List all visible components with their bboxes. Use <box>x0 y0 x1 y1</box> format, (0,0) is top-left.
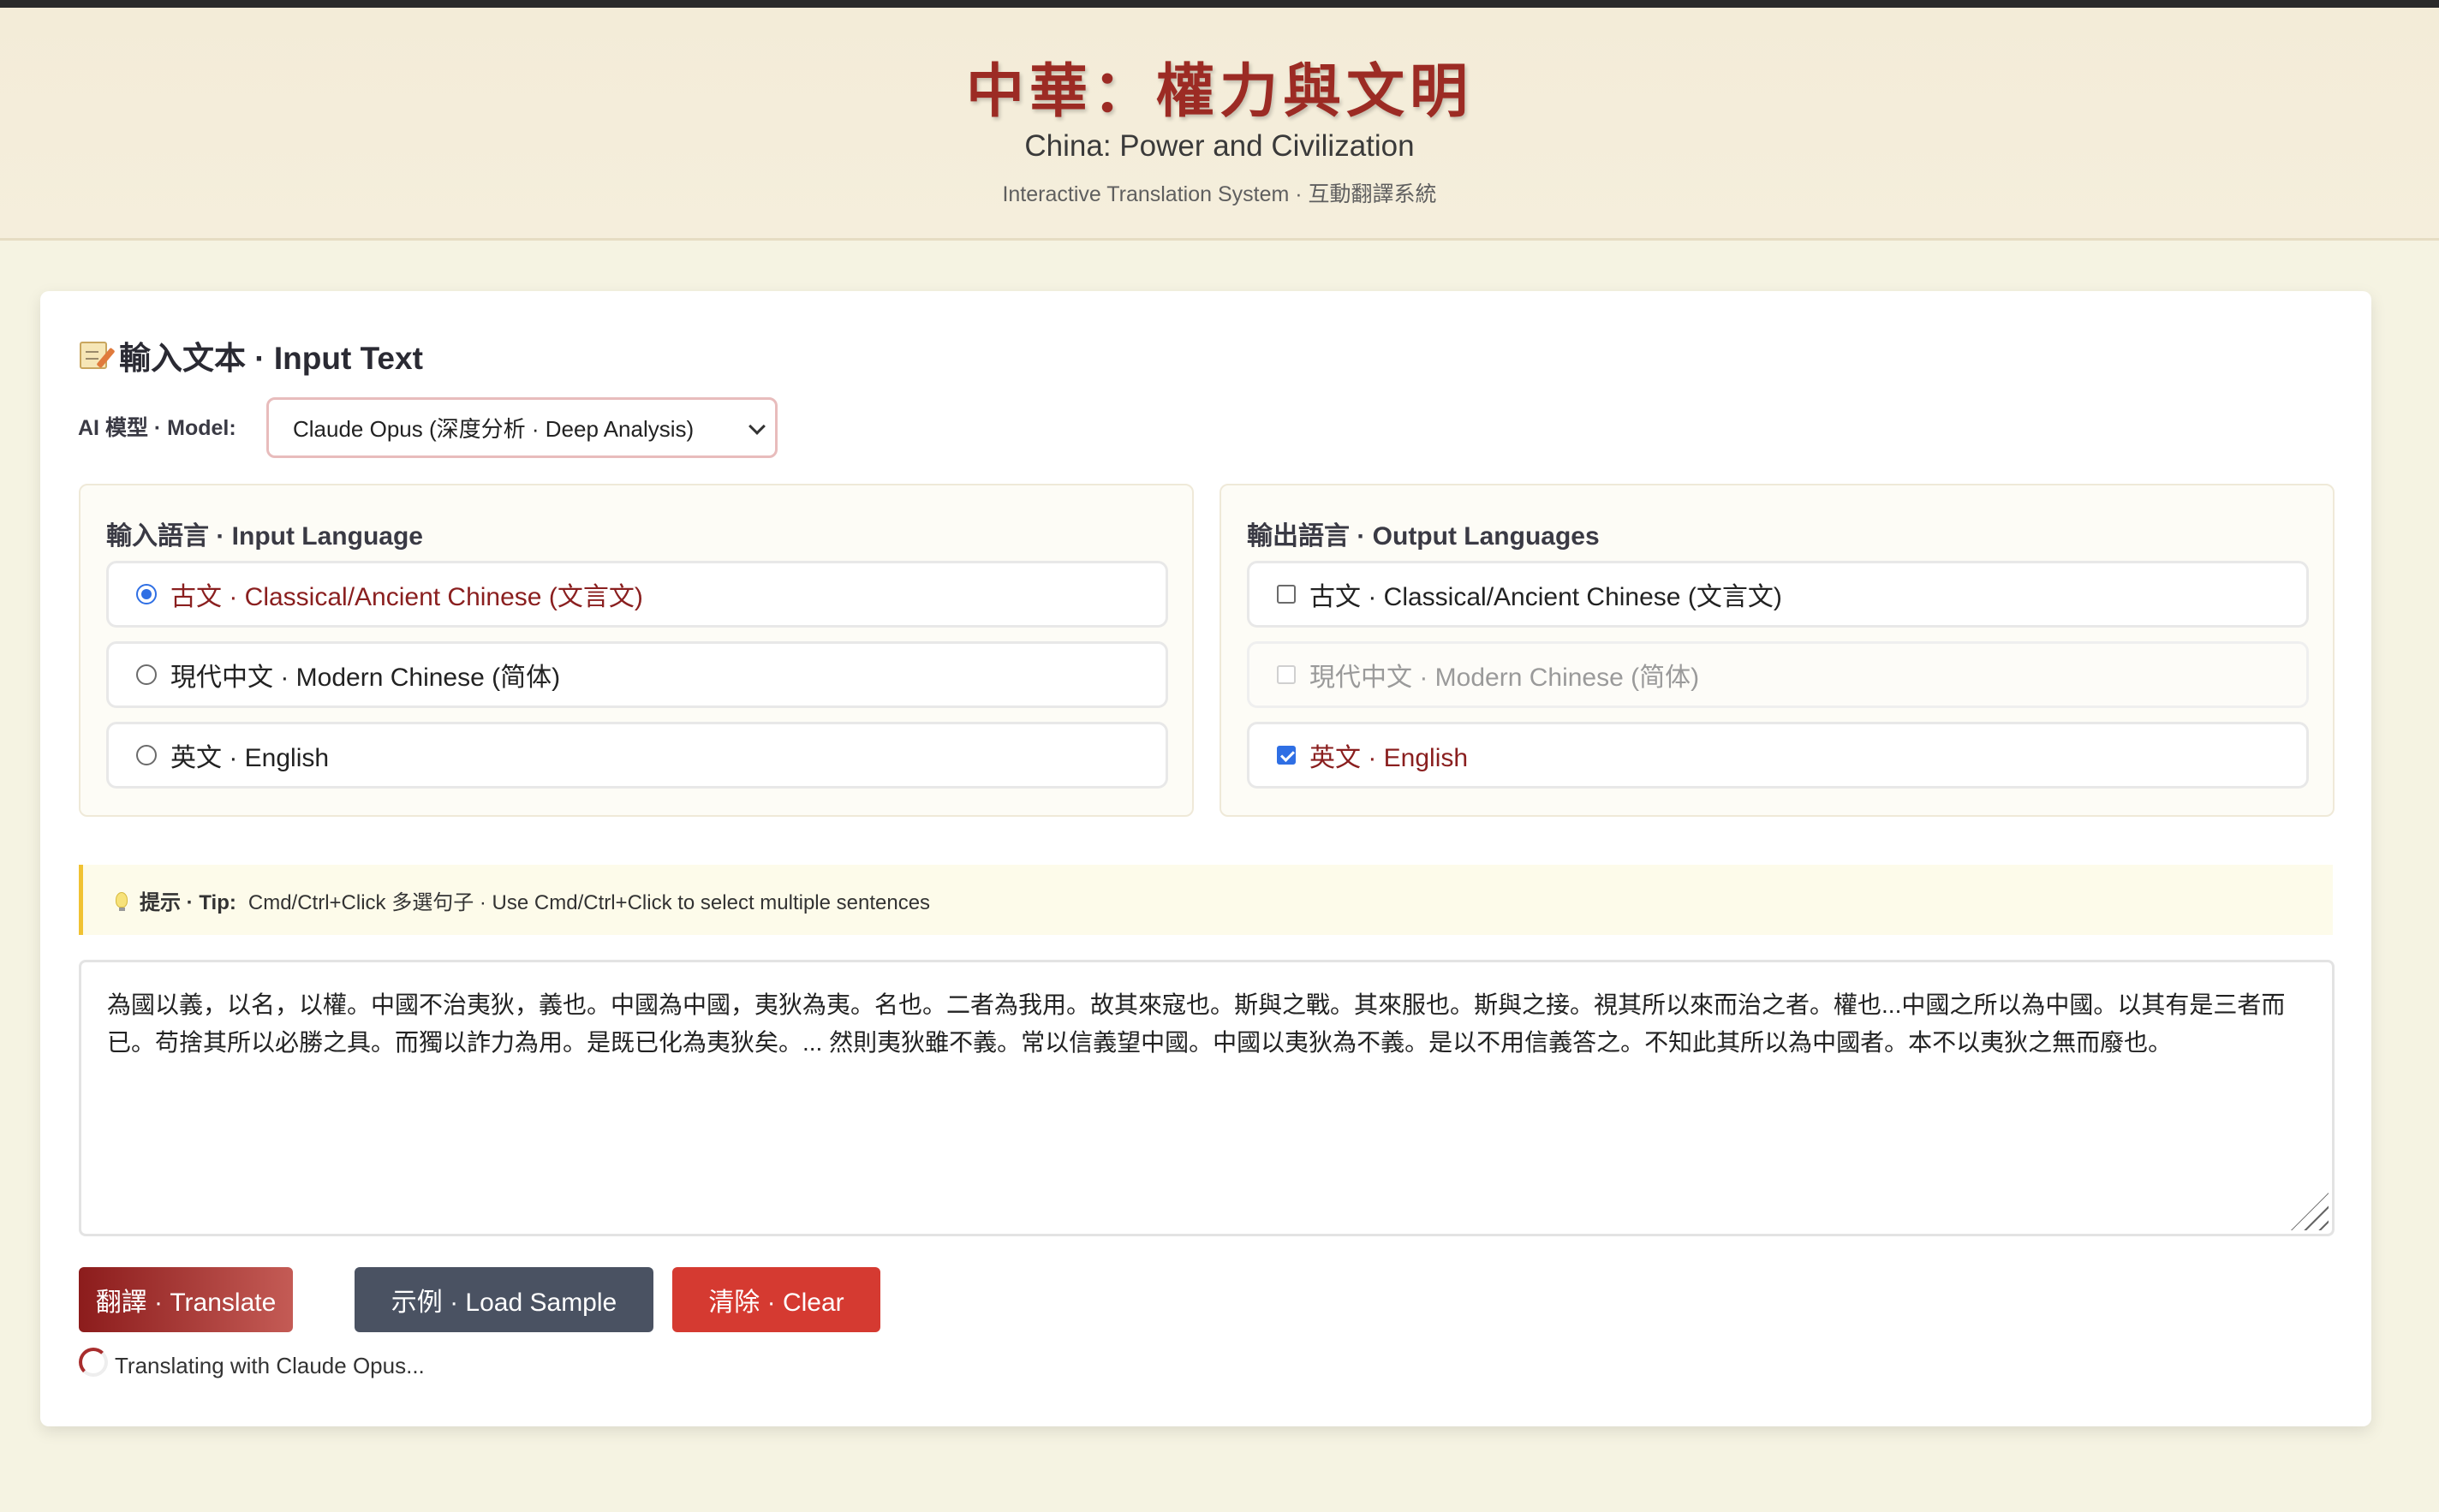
translate-button[interactable]: 翻譯 · Translate <box>79 1267 293 1332</box>
input-card: 輸入文本 · Input Text AI 模型 · Model: Claude … <box>40 291 2371 1426</box>
radio-selected-icon[interactable] <box>136 584 157 604</box>
input-language-option-classical[interactable]: 古文 · Classical/Ancient Chinese (文言文) <box>106 561 1168 628</box>
output-language-option-classical[interactable]: 古文 · Classical/Ancient Chinese (文言文) <box>1247 561 2309 628</box>
option-label: 現代中文 · Modern Chinese (简体) <box>170 664 561 692</box>
translation-status: Translating with Claude Opus... <box>79 1347 425 1379</box>
output-language-option-english[interactable]: 英文 · English <box>1247 722 2309 789</box>
output-languages-group: 輸出語言 · Output Languages 古文 · Classical/A… <box>1220 484 2335 817</box>
tip-text: Cmd/Ctrl+Click 多選句子 · Use Cmd/Ctrl+Click… <box>247 890 931 914</box>
input-section-title-text: 輸入文本 · Input Text <box>119 341 423 376</box>
option-label: 古文 · Classical/Ancient Chinese (文言文) <box>170 583 643 611</box>
tip-label: 提示 · Tip: <box>140 890 236 914</box>
output-languages-title: 輸出語言 · Output Languages <box>1247 522 1600 551</box>
input-language-option-modern[interactable]: 現代中文 · Modern Chinese (简体) <box>106 641 1168 708</box>
option-label: 英文 · English <box>1309 744 1469 772</box>
page-title-chinese: 中華：權力與文明 <box>965 57 1473 126</box>
option-label: 古文 · Classical/Ancient Chinese (文言文) <box>1309 583 1782 611</box>
load-sample-button[interactable]: 示例 · Load Sample <box>355 1267 653 1332</box>
input-language-title: 輸入語言 · Input Language <box>106 522 423 551</box>
checkbox-checked-icon[interactable] <box>1277 746 1296 765</box>
top-bar <box>0 0 2439 8</box>
checkbox-disabled-icon <box>1277 665 1296 684</box>
checkbox-icon[interactable] <box>1277 585 1296 604</box>
page-title-english: China: Power and Civilization <box>1024 129 1415 163</box>
input-language-option-english[interactable]: 英文 · English <box>106 722 1168 789</box>
radio-icon[interactable] <box>136 745 157 765</box>
source-text-input[interactable]: 為國以義，以名，以權。中國不治夷狄，義也。中國為中國，夷狄為夷。名也。二者為我用… <box>79 960 2335 1236</box>
status-text: Translating with Claude Opus... <box>115 1353 425 1378</box>
memo-icon <box>80 342 116 369</box>
input-language-group: 輸入語言 · Input Language 古文 · Classical/Anc… <box>79 484 1194 817</box>
tip-banner: 提示 · Tip: Cmd/Ctrl+Click 多選句子 · Use Cmd/… <box>79 865 2333 935</box>
model-select[interactable]: Claude Opus (深度分析 · Deep Analysis) <box>266 397 778 458</box>
bulb-icon <box>116 892 128 911</box>
output-language-option-modern: 現代中文 · Modern Chinese (简体) <box>1247 641 2309 708</box>
source-text-value: 為國以義，以名，以權。中國不治夷狄，義也。中國為中國，夷狄為夷。名也。二者為我用… <box>107 991 2286 1056</box>
option-label: 現代中文 · Modern Chinese (简体) <box>1309 664 1700 692</box>
spinner-icon <box>79 1347 108 1377</box>
model-select-value: Claude Opus (深度分析 · Deep Analysis) <box>293 416 695 442</box>
resize-handle[interactable] <box>2291 1193 2329 1230</box>
page-subtitle: Interactive Translation System · 互動翻譯系統 <box>1002 182 1437 206</box>
clear-button[interactable]: 清除 · Clear <box>672 1267 880 1332</box>
chevron-down-icon <box>748 418 766 435</box>
option-label: 英文 · English <box>170 744 330 772</box>
model-label: AI 模型 · Model: <box>78 416 236 440</box>
input-section-title: 輸入文本 · Input Text <box>80 332 423 378</box>
radio-icon[interactable] <box>136 664 157 685</box>
page-header: 中華：權力與文明 China: Power and Civilization I… <box>0 8 2439 241</box>
